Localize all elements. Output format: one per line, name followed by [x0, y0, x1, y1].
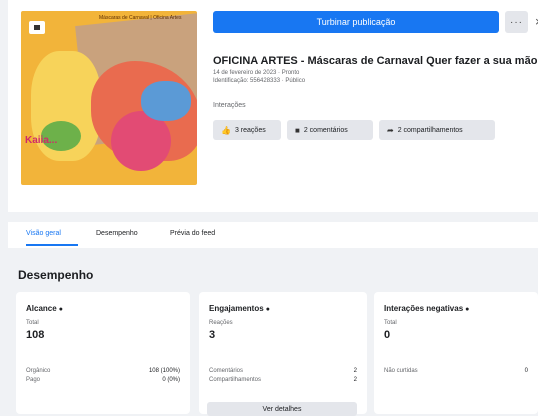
video-icon: [29, 21, 45, 34]
card-row: Orgânico 108 (100%): [26, 368, 180, 374]
card-row: Compartilhamentos 2: [209, 377, 357, 383]
reach-card: Alcance ● Total 108 Orgânico 108 (100%) Pa…: [16, 292, 190, 414]
post-thumbnail[interactable]: Máscaras de Carnaval | Oficina Artes Kai…: [21, 11, 197, 185]
share-icon: ➦: [387, 125, 394, 135]
card-row: Comentários 2: [209, 368, 357, 374]
comments-chip[interactable]: ■ 2 comentários: [287, 120, 373, 140]
section-title: Desempenho: [18, 268, 94, 282]
card-title: Engajamentos ●: [209, 304, 270, 313]
card-subtitle: Total: [26, 320, 39, 326]
thumbnail-brand: Kaiia...: [25, 135, 58, 146]
post-title: OFICINA ARTES - Máscaras de Carnaval Que…: [213, 55, 538, 67]
tab-bar: Visão geral Desempenho Prévia do feed: [8, 222, 538, 248]
tab-performance[interactable]: Desempenho: [96, 230, 138, 237]
more-options-button[interactable]: ···: [505, 11, 528, 33]
card-row: Não curtidas 0: [384, 368, 528, 374]
tab-feed-preview[interactable]: Prévia do feed: [170, 230, 215, 237]
comment-icon: ■: [295, 125, 300, 135]
active-tab-indicator: [26, 244, 78, 246]
card-row: Pago 0 (0%): [26, 377, 180, 383]
info-icon[interactable]: ●: [59, 306, 63, 313]
post-id: Identificação: 556428333 · Público: [213, 78, 306, 84]
shares-label: 2 compartilhamentos: [397, 126, 463, 134]
negative-interactions-card: Interações negativas ● Total 0 Não curtid…: [374, 292, 538, 414]
like-icon: 👍: [221, 125, 231, 135]
reactions-label: 3 reações: [234, 126, 266, 134]
card-subtitle: Reações: [209, 320, 233, 326]
comments-label: 2 comentários: [303, 126, 348, 134]
interactions-label: Interações: [213, 102, 246, 109]
thumbnail-title: Máscaras de Carnaval | Oficina Artes: [99, 15, 182, 21]
engagement-card: Engajamentos ● Reações 3 Comentários 2 Com…: [199, 292, 367, 416]
card-subtitle: Total: [384, 320, 397, 326]
info-icon[interactable]: ●: [465, 306, 469, 313]
info-icon[interactable]: ●: [266, 306, 270, 313]
reactions-chip[interactable]: 👍 3 reações: [213, 120, 281, 140]
boost-post-button[interactable]: Turbinar publicação: [213, 11, 499, 33]
post-summary-panel: Máscaras de Carnaval | Oficina Artes Kai…: [8, 0, 538, 212]
card-value: 3: [209, 329, 216, 341]
card-value: 108: [26, 329, 45, 341]
thumbnail-art-shape: [141, 81, 191, 121]
card-title: Interações negativas ●: [384, 304, 470, 313]
post-date: 14 de fevereiro de 2023 · Pronto: [213, 70, 300, 76]
shares-chip[interactable]: ➦ 2 compartilhamentos: [379, 120, 495, 140]
tab-overview[interactable]: Visão geral: [26, 230, 61, 237]
card-value: 0: [384, 329, 391, 341]
card-title: Alcance ●: [26, 304, 63, 313]
